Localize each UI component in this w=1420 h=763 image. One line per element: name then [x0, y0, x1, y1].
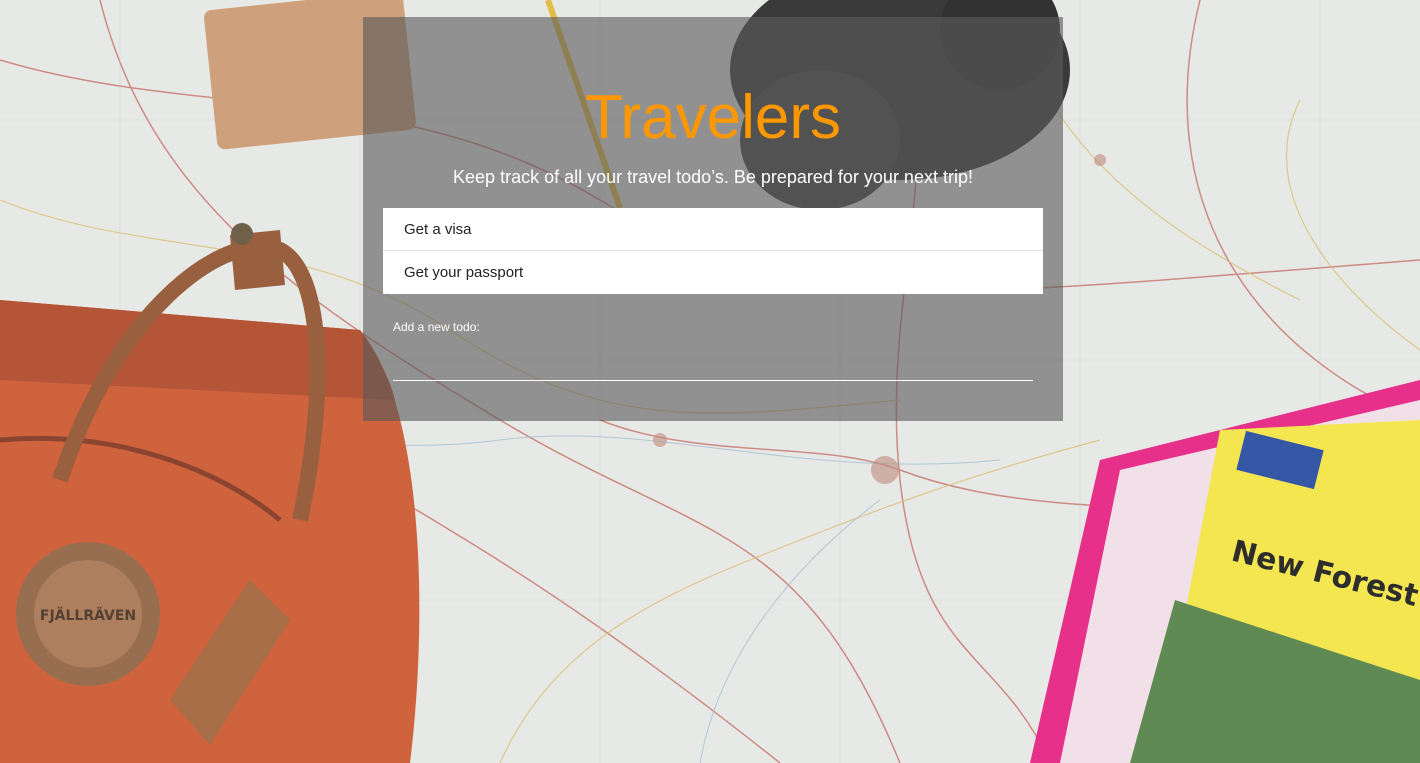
page-title: Travelers [584, 83, 842, 152]
todo-list: Get a visa Get your passport [383, 208, 1043, 294]
todo-panel: Travelers Keep track of all your travel … [363, 17, 1063, 421]
todo-item[interactable]: Get a visa [383, 208, 1043, 251]
page-subtitle: Keep track of all your travel todo’s. Be… [453, 167, 973, 187]
add-todo-label: Add a new todo: [393, 320, 480, 334]
add-todo-input[interactable] [393, 347, 1033, 381]
todo-item[interactable]: Get your passport [383, 251, 1043, 294]
